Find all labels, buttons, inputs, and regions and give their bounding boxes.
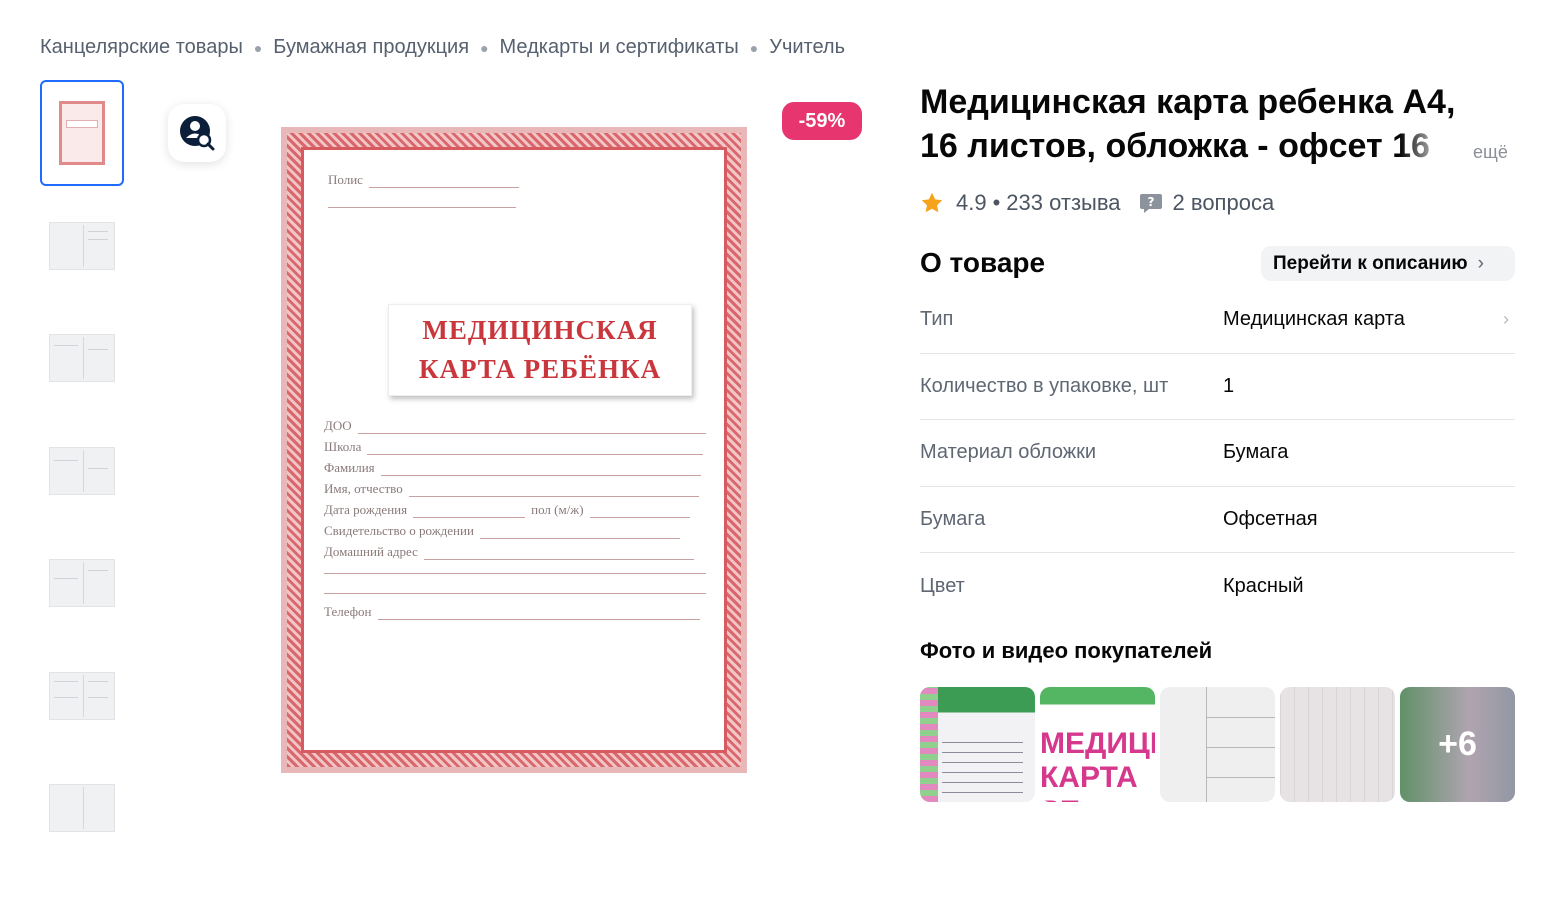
customer-photo-2[interactable]: МЕДИЦИ КАРТА РЕ xyxy=(1040,687,1155,802)
photo-text: КАРТА РЕ xyxy=(1040,761,1138,802)
breadcrumb-item[interactable]: Бумажная продукция xyxy=(273,36,469,59)
cover-field-blank xyxy=(324,564,706,574)
search-by-photo-icon xyxy=(180,116,215,151)
thumbnail-6[interactable] xyxy=(40,643,124,749)
cover-field-address: Домашний адрес xyxy=(324,544,694,560)
customer-photo-more[interactable]: +6 xyxy=(1400,687,1515,802)
cover-field-school: Школа xyxy=(324,439,704,455)
breadcrumb-item[interactable]: Учитель xyxy=(769,36,845,59)
property-name: Количество в упаковке, шт xyxy=(920,374,1169,397)
cover-label: Полис xyxy=(328,172,363,187)
cover-border: Полис МЕДИЦИНСКАЯ КАРТА РЕБЁНКА ДОО Школ… xyxy=(287,133,741,767)
cover-label: Домашний адрес xyxy=(324,544,418,559)
property-value: Красный xyxy=(1223,574,1304,597)
cover-label: Фамилия xyxy=(324,460,375,475)
cover-label: Свидетельство о рождении xyxy=(324,523,474,538)
question-icon: ? xyxy=(1139,194,1162,213)
questions-link[interactable]: 2 вопроса xyxy=(1173,190,1275,216)
star-icon xyxy=(921,192,943,213)
thumbnail-image xyxy=(49,671,115,720)
breadcrumb: Канцелярские товары ● Бумажная продукция… xyxy=(40,36,845,59)
property-name: Цвет xyxy=(920,574,965,597)
about-section-title: О товаре xyxy=(920,247,1046,278)
title-more-link[interactable]: ещё xyxy=(1473,142,1508,163)
property-row-paper: Бумага Офсетная xyxy=(920,487,1515,553)
cover-title-line: МЕДИЦИНСКАЯ xyxy=(422,314,658,345)
property-value: Офсетная xyxy=(1223,507,1318,530)
cover-label: Дата рождения xyxy=(324,502,408,517)
cover-label: Имя, отчество xyxy=(324,481,403,496)
cover-field-doo: ДОО xyxy=(324,418,706,434)
thumbnail-3[interactable] xyxy=(40,305,124,411)
svg-text:?: ? xyxy=(1147,195,1154,209)
property-name: Бумага xyxy=(920,507,986,530)
reviews-link[interactable]: 233 отзыва xyxy=(1006,190,1120,216)
thumbnail-image xyxy=(49,559,115,607)
customer-photos-strip: МЕДИЦИ КАРТА РЕ +6 xyxy=(920,687,1515,802)
thumbnail-image xyxy=(49,334,115,382)
breadcrumb-separator: ● xyxy=(480,39,489,56)
customer-photo-1[interactable] xyxy=(920,687,1035,802)
cover-field-name: Имя, отчество xyxy=(324,481,699,497)
cover-label: ДОО xyxy=(324,418,352,433)
property-row-color: Цвет Красный xyxy=(920,553,1515,620)
cover-field-polis: Полис xyxy=(328,172,519,188)
cover-field-blank xyxy=(324,584,706,594)
rating-row: 4.9 • 233 отзыва ? 2 вопроса xyxy=(920,190,1274,216)
property-row-cover-material: Материал обложки Бумага xyxy=(920,420,1515,487)
thumbnail-image xyxy=(49,784,115,832)
breadcrumb-item[interactable]: Канцелярские товары xyxy=(40,36,243,59)
property-value: 1 xyxy=(1223,374,1235,397)
photo-text: МЕДИЦИ xyxy=(1040,727,1155,760)
property-name: Материал обложки xyxy=(920,441,1097,464)
thumbnail-2[interactable] xyxy=(40,193,124,299)
thumbnail-image xyxy=(49,221,115,270)
customer-photos-title: Фото и видео покупателей xyxy=(920,638,1213,663)
cover-field-blank xyxy=(328,198,516,208)
cover-field-cert: Свидетельство о рождении xyxy=(324,523,680,539)
cover-field-surname: Фамилия xyxy=(324,460,701,476)
chevron-right-icon: › xyxy=(1503,309,1509,329)
main-product-image[interactable]: Полис МЕДИЦИНСКАЯ КАРТА РЕБЁНКА ДОО Школ… xyxy=(281,127,747,773)
property-row-quantity: Количество в упаковке, шт 1 xyxy=(920,354,1515,420)
product-title: Медицинская карта ребенка А4, 16 листов,… xyxy=(920,83,1456,165)
cover-label: пол (м/ж) xyxy=(531,502,584,517)
cover-label: Школа xyxy=(324,439,362,454)
thumbnail-7[interactable] xyxy=(40,755,124,861)
cover-page: Полис МЕДИЦИНСКАЯ КАРТА РЕБЁНКА ДОО Школ… xyxy=(301,147,727,753)
search-by-photo-button[interactable] xyxy=(168,104,226,162)
property-row-type[interactable]: Тип Медицинская карта › xyxy=(920,287,1515,354)
breadcrumb-separator: ● xyxy=(253,39,263,56)
customer-photo-3[interactable] xyxy=(1160,687,1275,802)
rating-separator: • xyxy=(992,190,1001,215)
thumbnail-list xyxy=(40,80,124,868)
more-photos-count: +6 xyxy=(1400,687,1515,802)
goto-description-label: Перейти к описанию xyxy=(1273,252,1468,274)
customer-photo-4[interactable] xyxy=(1280,687,1395,802)
property-value: Бумага xyxy=(1223,441,1289,464)
cover-title-line: КАРТА РЕБЁНКА xyxy=(418,354,662,384)
discount-badge: -59% xyxy=(782,102,862,140)
cover-field-birth: Дата рождения пол (м/ж) xyxy=(324,502,690,518)
thumbnail-image xyxy=(59,101,105,165)
goto-description-button[interactable]: Перейти к описанию › xyxy=(1261,246,1515,281)
breadcrumb-item[interactable]: Медкарты и сертификаты xyxy=(500,36,739,59)
cover-title: МЕДИЦИНСКАЯ КАРТА РЕБЁНКА xyxy=(388,304,692,396)
thumbnail-5[interactable] xyxy=(40,530,124,636)
title-fade xyxy=(1400,125,1470,170)
thumbnail-4[interactable] xyxy=(40,418,124,524)
properties-table: Тип Медицинская карта › Количество в упа… xyxy=(920,287,1515,620)
rating-value[interactable]: 4.9 xyxy=(956,190,987,216)
cover-label: Телефон xyxy=(324,604,372,619)
thumbnail-1[interactable] xyxy=(40,80,124,186)
breadcrumb-separator: ● xyxy=(749,39,759,56)
chevron-right-icon: › xyxy=(1477,252,1484,274)
cover-field-phone: Телефон xyxy=(324,604,700,620)
thumbnail-image xyxy=(49,446,115,495)
property-value: Медицинская карта xyxy=(1223,308,1405,331)
property-name: Тип xyxy=(920,308,954,331)
